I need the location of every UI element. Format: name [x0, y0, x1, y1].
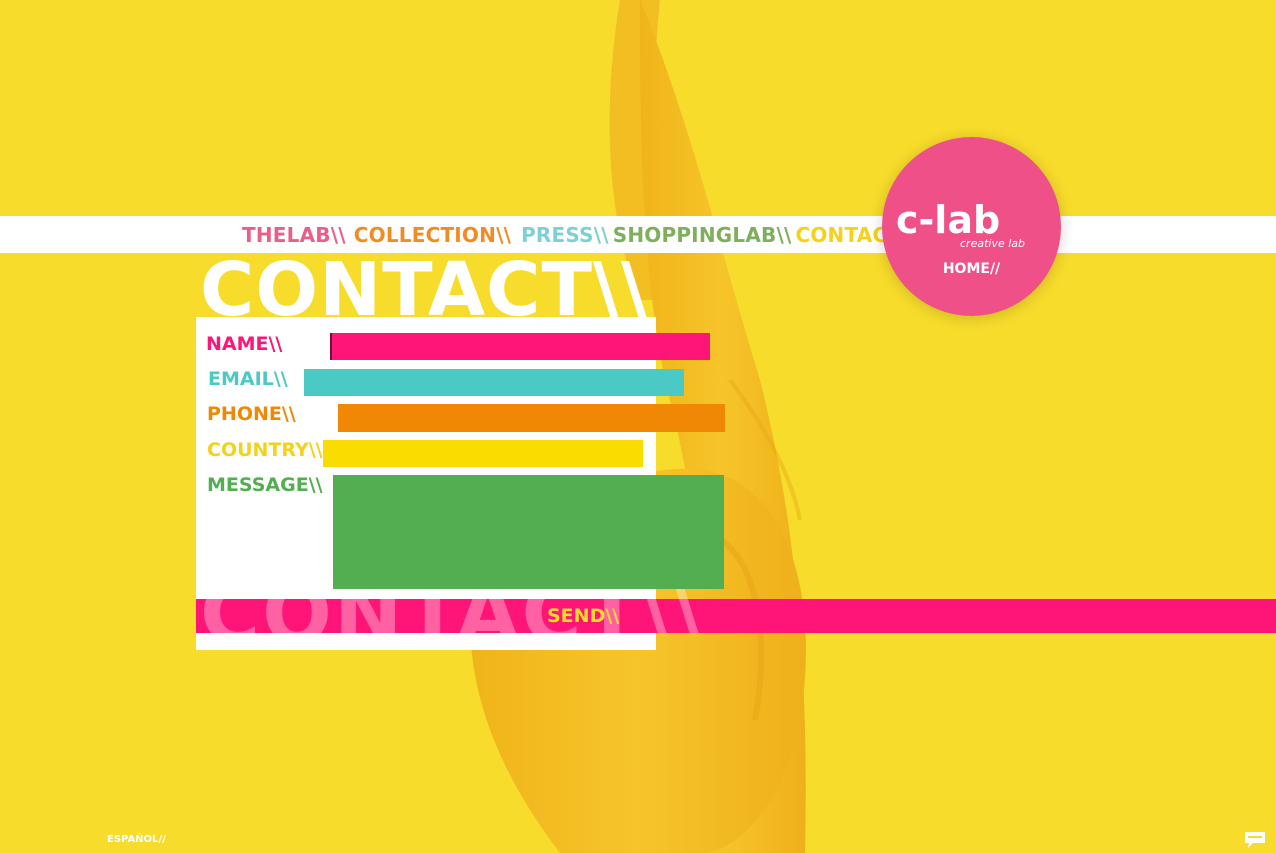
- language-link-espanol[interactable]: ESPAÑOL//: [107, 834, 166, 845]
- nav-item-thelab[interactable]: THELAB\\: [242, 223, 346, 247]
- message-label: MESSAGE\\: [207, 474, 323, 496]
- country-label: COUNTRY\\: [207, 439, 323, 461]
- logo-badge[interactable]: c-lab creative lab HOME//: [882, 137, 1061, 316]
- c-lab-logo: c-lab creative lab: [896, 201, 1025, 249]
- speech-bubble-icon[interactable]: [1243, 830, 1267, 850]
- message-textarea[interactable]: [333, 475, 724, 589]
- name-label: NAME\\: [206, 333, 283, 355]
- nav-item-collection[interactable]: COLLECTION\\: [354, 223, 511, 247]
- phone-label: PHONE\\: [207, 403, 296, 425]
- phone-input[interactable]: [338, 404, 725, 432]
- email-input[interactable]: [304, 369, 684, 396]
- country-input[interactable]: [323, 440, 643, 467]
- nav-item-press[interactable]: PRESS\\: [521, 223, 609, 247]
- nav-item-shoppinglab[interactable]: SHOPPINGLAB\\: [613, 223, 792, 247]
- home-link[interactable]: HOME//: [882, 261, 1061, 277]
- name-input[interactable]: [330, 333, 710, 360]
- logo-brand-text: c-lab: [896, 201, 1000, 242]
- email-label: EMAIL\\: [208, 368, 288, 390]
- send-button[interactable]: SEND\\: [547, 599, 619, 633]
- logo-tagline-text: creative lab: [960, 237, 1025, 249]
